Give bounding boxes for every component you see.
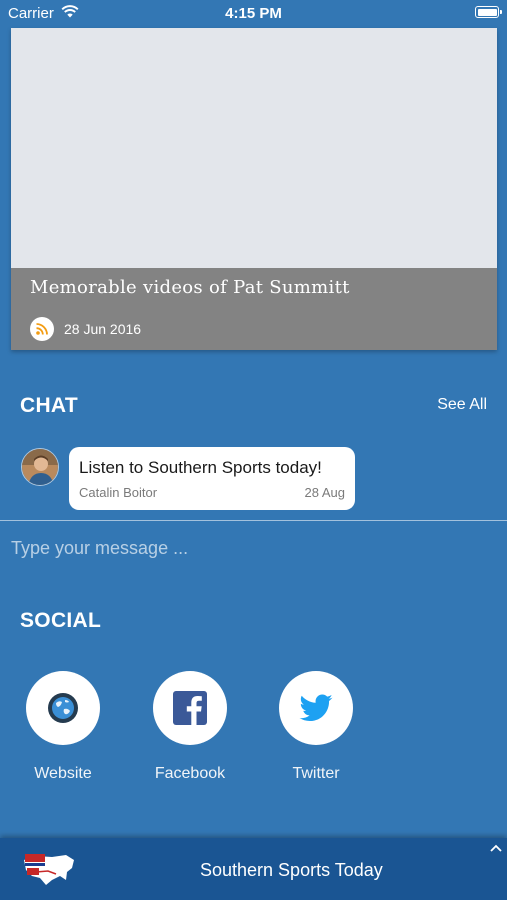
clock: 4:15 PM bbox=[225, 5, 282, 22]
globe-icon bbox=[26, 671, 100, 745]
social-website-label: Website bbox=[34, 765, 92, 782]
message-input[interactable] bbox=[0, 526, 507, 570]
social-website[interactable]: Website bbox=[8, 671, 118, 783]
rss-icon bbox=[30, 317, 54, 341]
chevron-up-icon[interactable] bbox=[489, 840, 503, 858]
chat-message-date: 28 Aug bbox=[304, 485, 346, 500]
feed-card[interactable]: Memorable videos of Pat Summitt 28 Jun 2… bbox=[11, 28, 497, 350]
social-section-title: SOCIAL bbox=[20, 609, 102, 632]
social-twitter[interactable]: Twitter bbox=[261, 671, 371, 783]
chat-section-title: CHAT bbox=[20, 394, 78, 417]
chat-message-text: Listen to Southern Sports today! bbox=[79, 458, 322, 477]
social-facebook-label: Facebook bbox=[154, 765, 226, 782]
avatar[interactable] bbox=[21, 448, 59, 486]
social-twitter-label: Twitter bbox=[292, 765, 340, 782]
feed-title: Memorable videos of Pat Summitt bbox=[30, 277, 350, 298]
chat-divider bbox=[0, 520, 507, 521]
battery-icon bbox=[475, 6, 502, 18]
footer-bar[interactable]: Southern Sports Today bbox=[0, 838, 507, 900]
southern-sports-logo bbox=[22, 850, 76, 895]
status-bar: Carrier 4:15 PM bbox=[0, 0, 507, 28]
feed-thumbnail bbox=[11, 28, 497, 268]
feed-caption: Memorable videos of Pat Summitt 28 Jun 2… bbox=[11, 268, 497, 350]
footer-title: Southern Sports Today bbox=[200, 860, 383, 880]
chat-message[interactable]: Listen to Southern Sports today! Catalin… bbox=[69, 447, 355, 510]
twitter-icon bbox=[279, 671, 353, 745]
facebook-icon bbox=[153, 671, 227, 745]
feed-date: 28 Jun 2016 bbox=[64, 321, 142, 337]
see-all-link[interactable]: See All bbox=[437, 396, 487, 414]
chat-message-author: Catalin Boitor bbox=[79, 485, 158, 500]
social-facebook[interactable]: Facebook bbox=[135, 671, 245, 783]
